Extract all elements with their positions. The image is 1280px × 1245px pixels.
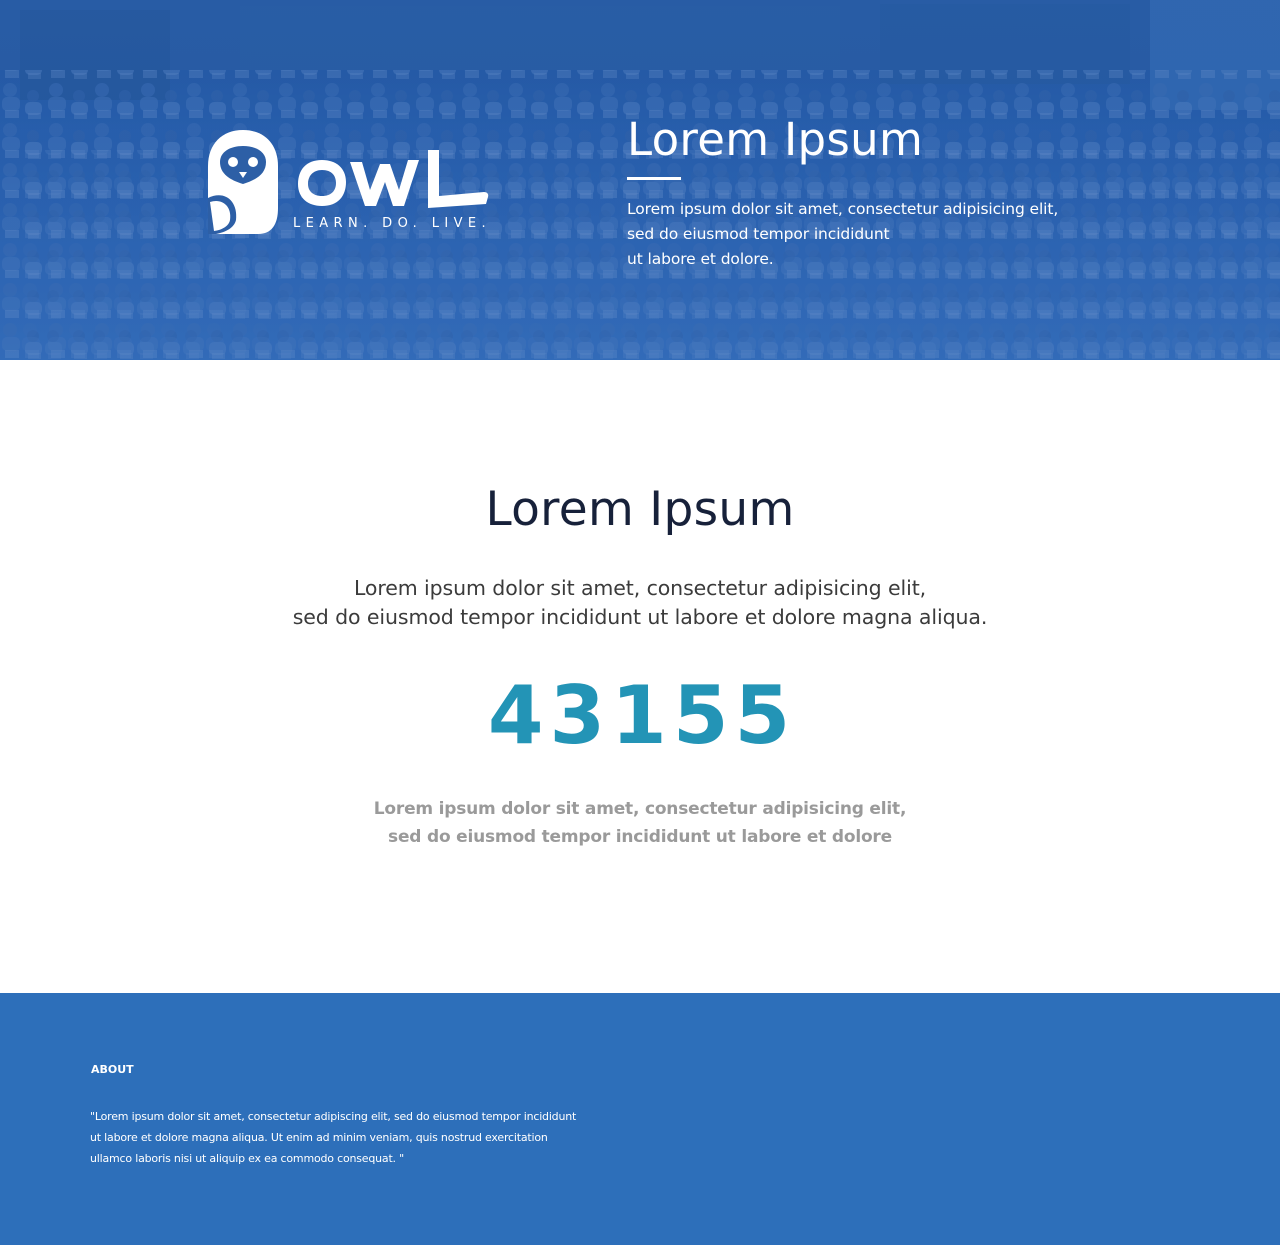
hero-title: Lorem Ipsum — [627, 113, 924, 166]
about-quote-line: ullamco laboris nisi ut aliquip ex ea co… — [90, 1152, 405, 1165]
about-quote: "Lorem ipsum dolor sit amet, consectetur… — [90, 1106, 576, 1169]
stat-caption-line: Lorem ipsum dolor sit amet, consectetur … — [373, 799, 907, 819]
about-heading: ABOUT — [91, 1063, 134, 1076]
section-description-line: Lorem ipsum dolor sit amet, consectetur … — [353, 576, 927, 600]
hero-description-line: Lorem ipsum dolor sit amet, consectetur … — [627, 200, 1059, 218]
section-description-line: sed do eiusmod tempor incididunt ut labo… — [292, 605, 988, 629]
brand-tagline: LEARN. DO. LIVE. — [293, 216, 492, 231]
footer: ABOUT "Lorem ipsum dolor sit amet, conse… — [0, 993, 1280, 1245]
stat-counter: 43155 — [487, 669, 797, 762]
section-title: Lorem Ipsum — [485, 482, 795, 537]
stat-caption: Lorem ipsum dolor sit amet, consectetur … — [0, 795, 1280, 851]
hero-copy-block: Lorem Ipsum Lorem ipsum dolor sit amet, … — [627, 112, 1147, 272]
brand-logo[interactable]: LEARN. DO. LIVE. — [206, 128, 496, 240]
hero-description-line: sed do eiusmod tempor incididunt — [627, 225, 890, 243]
about-quote-line: "Lorem ipsum dolor sit amet, consectetur… — [90, 1110, 577, 1123]
owl-wordmark — [298, 150, 489, 208]
stats-section: Lorem Ipsum Lorem ipsum dolor sit amet, … — [0, 360, 1280, 993]
owl-icon — [208, 130, 278, 234]
section-description: Lorem ipsum dolor sit amet, consectetur … — [0, 574, 1280, 632]
stat-caption-line: sed do eiusmod tempor incididunt ut labo… — [388, 827, 892, 847]
hero-description: Lorem ipsum dolor sit amet, consectetur … — [627, 197, 1147, 272]
hero-description-line: ut labore et dolore. — [627, 250, 774, 268]
hero-title-underline — [627, 177, 681, 180]
about-quote-line: ut labore et dolore magna aliqua. Ut eni… — [90, 1131, 548, 1144]
hero-banner: LEARN. DO. LIVE. Lorem Ipsum Lorem ipsum… — [0, 0, 1280, 360]
